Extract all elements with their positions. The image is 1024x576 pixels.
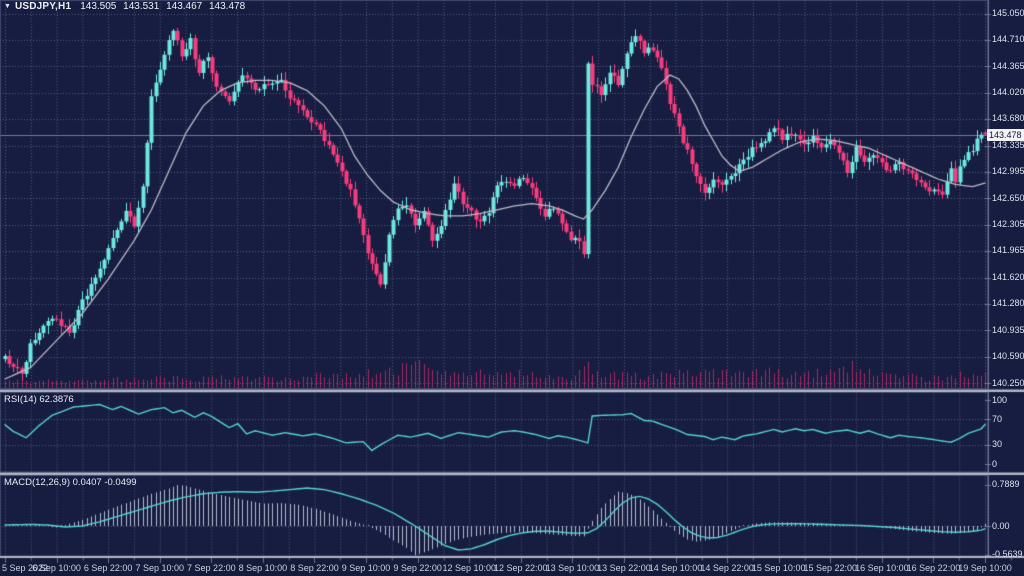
trading-chart-window: ▼USDJPY,H1143.505 143.531 143.467 143.47… <box>0 0 1024 576</box>
price-chart-canvas[interactable] <box>0 0 1024 576</box>
symbol-dropdown-icon[interactable]: ▼ <box>4 1 11 13</box>
